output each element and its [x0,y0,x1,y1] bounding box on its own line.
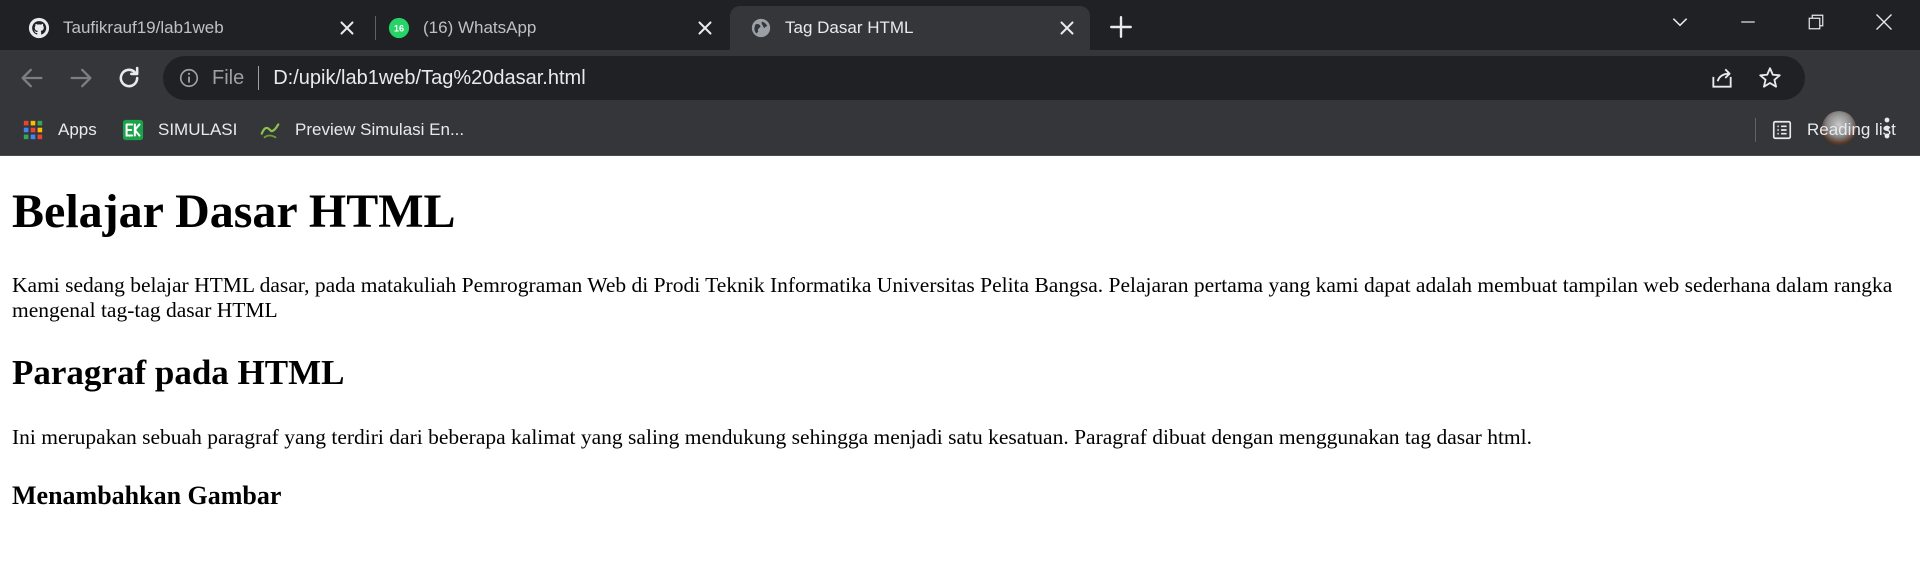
url-text[interactable]: D:/upik/lab1web/Tag%20dasar.html [273,67,1709,90]
apps-grid-icon [23,120,43,140]
bookmark-label: SIMULASI [158,120,238,139]
restore-button[interactable] [1782,0,1850,44]
section-heading-paragraf: Paragraf pada HTML [12,353,345,392]
share-icon[interactable] [1709,65,1735,91]
tab-title: Taufikrauf19/lab1web [63,18,224,37]
tab-whatsapp[interactable]: 16 (16) WhatsApp [378,6,728,50]
page-heading: Belajar Dasar HTML [12,185,456,238]
close-window-icon [1876,14,1892,30]
new-tab-plus-icon[interactable] [1108,14,1134,40]
bookmark-apps[interactable]: Apps [22,106,97,154]
bookmarks-bar: Apps SIMULASI Preview Simulasi En... Rea… [0,106,1920,156]
reading-list-label: Reading list [1807,120,1896,139]
intro-paragraph: Kami sedang belajar HTML dasar, pada mat… [12,273,1893,322]
reading-list-icon [1772,120,1792,140]
bookmark-label: Preview Simulasi En... [295,120,465,139]
whatsapp-icon: 16 [388,17,410,39]
tab-divider [375,16,376,40]
back-arrow-icon[interactable] [18,64,46,92]
bookmark-simulasi[interactable]: SIMULASI [122,106,237,154]
url-scheme-label: File [212,66,245,89]
tab-strip: Taufikrauf19/lab1web 16 (16) WhatsApp Ta… [0,0,1920,50]
bookmark-label: Apps [58,120,97,139]
minimize-icon [1741,21,1755,23]
tab-title: Tag Dasar HTML [785,18,914,37]
globe-icon [751,18,771,38]
toolbar: File D:/upik/lab1web/Tag%20dasar.html [0,50,1920,145]
restore-icon [1808,14,1824,30]
tab-search-button[interactable] [1646,0,1714,44]
forward-arrow-icon[interactable] [67,64,95,92]
address-bar[interactable]: File D:/upik/lab1web/Tag%20dasar.html [163,56,1805,100]
github-icon [28,17,50,39]
info-icon[interactable] [178,67,200,89]
browser-chrome: Taufikrauf19/lab1web 16 (16) WhatsApp Ta… [0,0,1920,156]
section-heading-gambar: Menambahkan Gambar [12,481,282,510]
minimize-button[interactable] [1714,0,1782,44]
tab-title: (16) WhatsApp [423,18,537,37]
tab-tag-dasar-html[interactable]: Tag Dasar HTML [730,6,1090,50]
bookmark-star-icon[interactable] [1757,65,1783,91]
chevron-down-icon [1672,18,1688,27]
bookmark-preview-simulasi[interactable]: Preview Simulasi En... [259,106,464,154]
close-window-button[interactable] [1850,0,1918,44]
reload-icon[interactable] [115,64,143,92]
bookmarks-divider [1755,118,1756,142]
reading-list-button[interactable]: Reading list [1771,106,1896,154]
page-content: Belajar Dasar HTML Kami sedang belajar H… [0,185,1920,511]
close-icon[interactable] [336,17,358,39]
close-icon[interactable] [1056,17,1078,39]
simulasi-logo-icon [260,123,280,139]
tab-github[interactable]: Taufikrauf19/lab1web [8,6,370,50]
paragraph-text: Ini merupakan sebuah paragraf yang terdi… [12,425,1533,449]
whatsapp-badge: 16 [394,23,404,33]
ek-logo-icon [122,119,144,141]
close-icon[interactable] [694,17,716,39]
url-divider [258,66,260,90]
